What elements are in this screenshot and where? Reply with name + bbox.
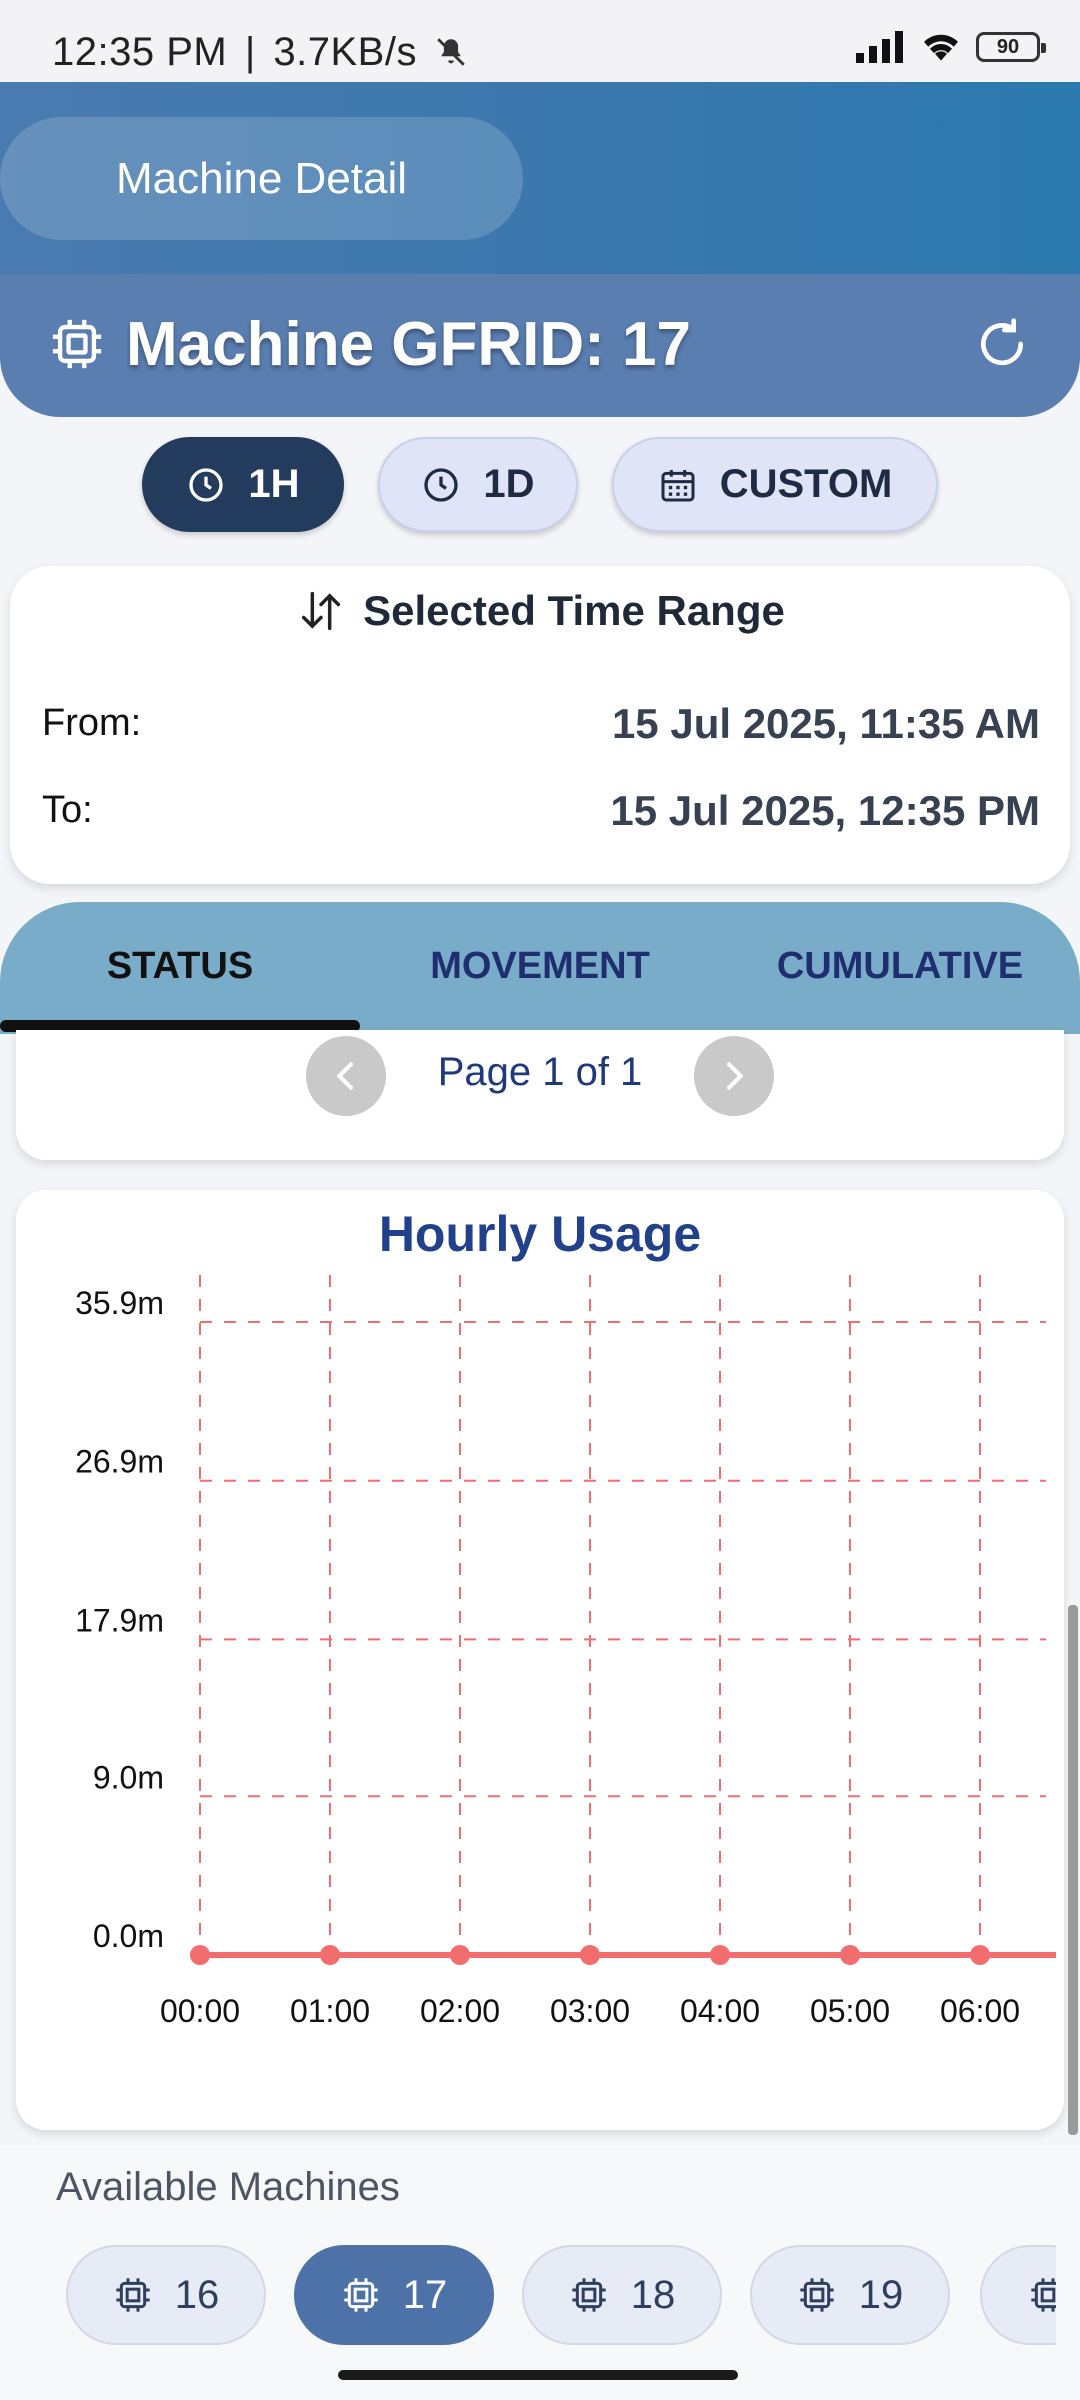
data-point [450,1945,470,1965]
clock-text: 12:35 PM [52,30,228,74]
x-tick-label: 01:00 [290,1993,370,2029]
range-custom-label: CUSTOM [719,462,893,506]
machine-chip-label: 17 [402,2272,448,2317]
hourly-usage-chart: 0.0m 9.0m 17.9m 26.9m 35.9m 00:00 01:00 02:00 03… [75,1275,1056,2029]
machine-chip-18[interactable]: 18 [522,2245,722,2345]
to-label: To: [42,789,93,831]
network-speed: 3.7KB/s [273,30,417,74]
x-tick-label: 05:00 [810,1993,890,2029]
y-tick-label: 9.0m [93,1759,164,1795]
time-range-title: Selected Time Range [0,585,1080,637]
data-point [320,1945,340,1965]
battery-level: 90 [996,35,1020,58]
chevron-right-icon [726,1062,744,1090]
swap-vertical-icon [302,591,341,631]
clock-icon [189,467,224,502]
range-custom-button[interactable]: CUSTOM [612,437,938,532]
tab-cumulative[interactable]: CUMULATIVE [720,945,1080,988]
x-tick-label: 06:00 [940,1993,1020,2029]
machine-chip-16[interactable]: 16 [66,2245,266,2345]
machine-chip-label: 16 [174,2272,220,2317]
range-1h-label: 1H [248,462,300,506]
to-value: 15 Jul 2025, 12:35 PM [610,787,1040,834]
refresh-icon[interactable] [974,316,1030,372]
data-point [190,1945,210,1965]
chip-icon [572,2278,606,2312]
scrollbar[interactable] [1068,1605,1078,2135]
status-icons: 90 [856,30,1046,64]
status-bar-time: 12:35 PM | 3.7KB/s [52,30,469,75]
range-1d-button[interactable]: 1D [378,437,578,532]
tab-status[interactable]: STATUS [0,945,360,988]
available-machines-label: Available Machines [56,2165,400,2209]
y-tick-label: 17.9m [75,1602,164,1638]
machine-title-text: Machine GFRID: 17 [126,309,691,379]
y-tick-label: 35.9m [75,1285,164,1321]
calendar-icon [661,469,695,501]
y-tick-label: 0.0m [93,1918,164,1954]
clock-icon [424,467,459,502]
machine-title: Machine GFRID: 17 [48,304,691,384]
chip-icon [800,2278,834,2312]
chip-icon [52,319,102,369]
wifi-icon [924,34,958,61]
machine-chip-label: 19 [858,2272,904,2317]
x-tick-label: 02:00 [420,1993,500,2029]
data-point [970,1945,990,1965]
screen-title: Machine Detail [0,117,523,240]
machine-chip-label: 18 [630,2272,676,2317]
y-tick-label: 26.9m [75,1444,164,1480]
tab-movement[interactable]: MOVEMENT [360,945,720,988]
x-tick-label: 00:00 [160,1993,240,2029]
machine-chip-19[interactable]: 19 [750,2245,950,2345]
chip-icon [116,2278,150,2312]
data-point [840,1945,860,1965]
x-tick-label: 03:00 [550,1993,630,2029]
signal-icon [856,31,903,63]
data-point [580,1945,600,1965]
mute-icon [436,38,465,66]
machine-chip-17[interactable]: 17 [294,2245,494,2345]
next-page-button[interactable] [694,1036,774,1116]
data-point [710,1945,730,1965]
from-value: 15 Jul 2025, 11:35 AM [611,700,1040,747]
range-1h-button[interactable]: 1H [142,437,344,532]
page-indicator: Page 1 of 1 [437,1050,643,1094]
chip-icon [344,2278,378,2312]
time-range-title-text: Selected Time Range [363,587,785,634]
from-label: From: [42,702,142,744]
range-1d-label: 1D [483,462,535,506]
x-tick-label: 04:00 [680,1993,760,2029]
battery-icon: 90 [976,32,1046,62]
home-indicator[interactable] [338,2370,738,2380]
